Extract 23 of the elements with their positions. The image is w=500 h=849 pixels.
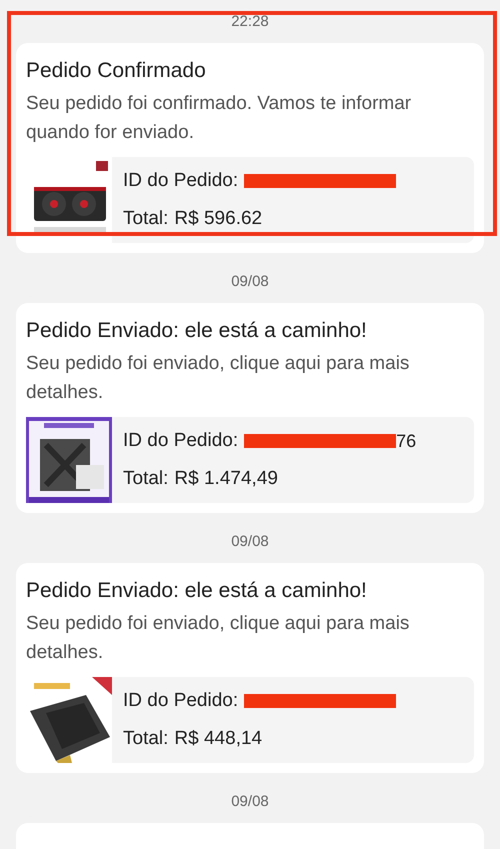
total-value: R$ 596.62 — [174, 208, 262, 230]
order-id-label: ID do Pedido: — [123, 170, 238, 192]
date-label: 09/08 — [231, 792, 269, 812]
notification-message: Seu pedido foi enviado, clique aqui para mais detalhes. — [26, 352, 410, 405]
notification-title: Pedido Enviado: ele está a caminho! — [26, 578, 368, 604]
total-value: R$ 448,14 — [174, 728, 262, 750]
date-label: 09/08 — [231, 532, 269, 552]
order-id-label: ID do Pedido: — [123, 430, 238, 452]
date-label: 09/08 — [231, 272, 269, 292]
order-id-tail: 76 — [396, 430, 416, 452]
total-label: Total: — [123, 728, 168, 750]
notification-card[interactable]: Pedido Confirmado Seu pedido foi confirmado. Vamos te informar quando for enviado. ID do Pedido: Total: R$ 596.62 — [16, 43, 484, 253]
date-label: 22:28 — [231, 12, 269, 32]
notification-card[interactable]: Pedido Enviado: ele está a caminho! Seu pedido foi enviado, clique aqui para mais detalhes. ID do Pedido: 76 Total: R$ 1.474,49 — [16, 303, 484, 513]
total-value: R$ 1.474,49 — [174, 468, 278, 490]
total-label: Total: — [123, 208, 168, 230]
total-label: Total: — [123, 468, 168, 490]
notification-message: Seu pedido foi enviado, clique aqui para mais detalhes. — [26, 612, 410, 665]
notification-title: Pedido Enviado: ele está a caminho! — [26, 318, 368, 344]
notification-card[interactable]: Pedido Enviado: ele está a caminho! Seu pedido foi enviado, clique aqui para mais detalhes. ID do Pedido: Total: R$ 448,14 — [16, 563, 484, 773]
order-id-label: ID do Pedido: — [123, 690, 238, 712]
notification-title: Pedido Confirmado — [26, 58, 207, 84]
notification-message: Seu pedido foi confirmado. Vamos te informar quando for enviado. — [26, 92, 412, 145]
